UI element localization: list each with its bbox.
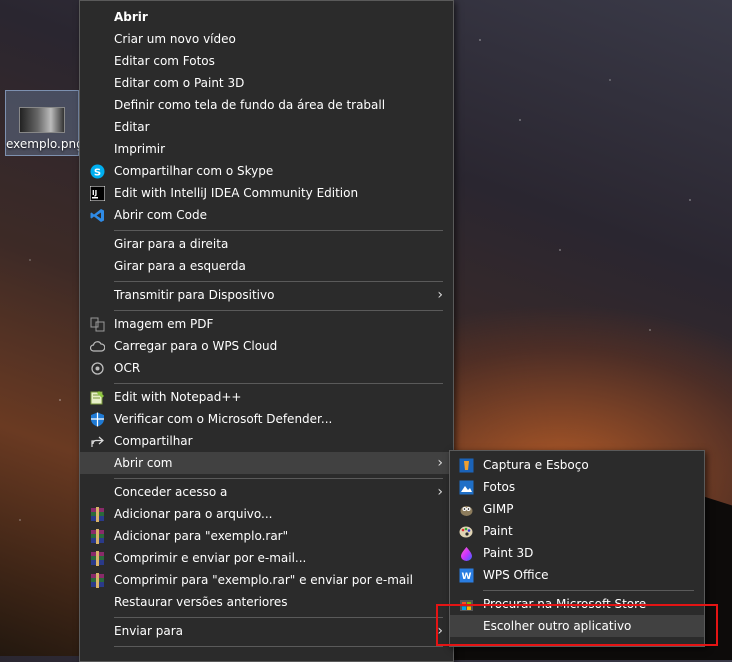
vscode-icon	[89, 207, 105, 223]
submenu-item-gimp[interactable]: GIMP	[450, 498, 704, 520]
image-thumbnail	[19, 107, 65, 133]
menu-item-share[interactable]: Compartilhar	[80, 430, 453, 452]
menu-item-label: OCR	[114, 361, 141, 375]
chevron-right-icon: ›	[437, 287, 443, 303]
winrar-icon	[89, 550, 105, 566]
svg-text:IJ: IJ	[92, 189, 97, 197]
menu-item-label: Verificar com o Microsoft Defender...	[114, 412, 333, 426]
pdf-icon	[89, 316, 105, 332]
menu-item-label: Paint 3D	[483, 546, 534, 560]
share-icon	[89, 433, 105, 449]
menu-item-label: WPS Office	[483, 568, 549, 582]
menu-item-rotate-left[interactable]: Girar para a esquerda	[80, 255, 453, 277]
menu-item-edit-paint3d[interactable]: Editar com o Paint 3D	[80, 72, 453, 94]
menu-item-defender[interactable]: Verificar com o Microsoft Defender...	[80, 408, 453, 430]
chevron-right-icon: ›	[437, 484, 443, 500]
menu-separator	[114, 646, 443, 647]
menu-item-skype[interactable]: S Compartilhar com o Skype	[80, 160, 453, 182]
menu-item-wps-cloud[interactable]: Carregar para o WPS Cloud	[80, 335, 453, 357]
menu-separator	[114, 281, 443, 282]
menu-item-label: Adicionar para o arquivo...	[114, 507, 273, 521]
menu-item-set-wallpaper[interactable]: Definir como tela de fundo da área de tr…	[80, 94, 453, 116]
menu-item-label: Edit with IntelliJ IDEA Community Editio…	[114, 186, 359, 200]
menu-item-label: Compartilhar	[114, 434, 193, 448]
menu-item-label: Paint	[483, 524, 513, 538]
menu-item-edit[interactable]: Editar	[80, 116, 453, 138]
menu-item-add-rar[interactable]: Adicionar para "exemplo.rar"	[80, 525, 453, 547]
menu-item-vscode[interactable]: Abrir com Code	[80, 204, 453, 226]
menu-item-label: Carregar para o WPS Cloud	[114, 339, 278, 353]
menu-item-open[interactable]: Abrir	[80, 6, 453, 28]
menu-item-add-archive[interactable]: Adicionar para o arquivo...	[80, 503, 453, 525]
menu-item-pdf[interactable]: Imagem em PDF	[80, 313, 453, 335]
chevron-right-icon: ›	[437, 455, 443, 471]
winrar-icon	[89, 506, 105, 522]
menu-separator	[114, 310, 443, 311]
desktop-file-label: exemplo.png	[6, 137, 84, 151]
menu-separator	[114, 478, 443, 479]
notepadpp-icon	[89, 389, 105, 405]
menu-item-compress-rar-email[interactable]: Comprimir para "exemplo.rar" e enviar po…	[80, 569, 453, 591]
menu-item-restore[interactable]: Restaurar versões anteriores	[80, 591, 453, 613]
menu-item-notepadpp[interactable]: Edit with Notepad++	[80, 386, 453, 408]
submenu-item-snip[interactable]: Captura e Esboço	[450, 454, 704, 476]
menu-item-grant-access[interactable]: Conceder acesso a ›	[80, 481, 453, 503]
menu-item-compress-email[interactable]: Comprimir e enviar por e-mail...	[80, 547, 453, 569]
menu-item-label: Edit with Notepad++	[114, 390, 242, 404]
svg-text:W: W	[461, 572, 471, 582]
menu-item-label: GIMP	[483, 502, 514, 516]
menu-separator	[114, 617, 443, 618]
menu-item-label: Abrir com Code	[114, 208, 208, 222]
menu-item-label: Captura e Esboço	[483, 458, 589, 472]
desktop-file-icon[interactable]: exemplo.png	[5, 90, 84, 156]
photos-icon	[458, 479, 474, 495]
winrar-icon	[89, 572, 105, 588]
menu-separator	[483, 590, 694, 591]
menu-item-label: Enviar para	[114, 624, 183, 638]
menu-item-ocr[interactable]: OCR	[80, 357, 453, 379]
submenu-item-paint3d[interactable]: Paint 3D	[450, 542, 704, 564]
paint3d-icon	[458, 545, 474, 561]
menu-item-label: Compartilhar com o Skype	[114, 164, 274, 178]
menu-item-open-with[interactable]: Abrir com ›	[80, 452, 453, 474]
menu-item-label: Conceder acesso a	[114, 485, 228, 499]
submenu-item-wps-office[interactable]: W WPS Office	[450, 564, 704, 586]
menu-item-rotate-right[interactable]: Girar para a direita	[80, 233, 453, 255]
menu-item-label: Transmitir para Dispositivo	[114, 288, 275, 302]
ocr-icon	[89, 360, 105, 376]
menu-item-label: Imagem em PDF	[114, 317, 214, 331]
menu-item-cast[interactable]: Transmitir para Dispositivo ›	[80, 284, 453, 306]
context-menu: Abrir Criar um novo vídeo Editar com Fot…	[79, 0, 454, 662]
menu-item-label: Comprimir para "exemplo.rar" e enviar po…	[114, 573, 413, 587]
menu-separator	[114, 383, 443, 384]
menu-item-send-to[interactable]: Enviar para ›	[80, 620, 453, 642]
menu-item-label: Abrir com	[114, 456, 173, 470]
wps-office-icon: W	[458, 567, 474, 583]
submenu-item-photos[interactable]: Fotos	[450, 476, 704, 498]
menu-separator	[114, 230, 443, 231]
defender-icon	[89, 411, 105, 427]
skype-icon: S	[89, 163, 105, 179]
menu-item-intellij[interactable]: IJ Edit with IntelliJ IDEA Community Edi…	[80, 182, 453, 204]
menu-item-label: Adicionar para "exemplo.rar"	[114, 529, 289, 543]
snip-sketch-icon	[458, 457, 474, 473]
menu-item-print[interactable]: Imprimir	[80, 138, 453, 160]
menu-item-new-video[interactable]: Criar um novo vídeo	[80, 28, 453, 50]
menu-item-label: Fotos	[483, 480, 516, 494]
submenu-item-paint[interactable]: Paint	[450, 520, 704, 542]
intellij-icon: IJ	[89, 185, 105, 201]
winrar-icon	[89, 528, 105, 544]
menu-item-edit-photos[interactable]: Editar com Fotos	[80, 50, 453, 72]
highlight-annotation-box	[436, 604, 718, 646]
menu-item-label: Comprimir e enviar por e-mail...	[114, 551, 307, 565]
gimp-icon	[458, 501, 474, 517]
paint-icon	[458, 523, 474, 539]
cloud-icon	[89, 338, 105, 354]
svg-text:S: S	[93, 167, 100, 178]
